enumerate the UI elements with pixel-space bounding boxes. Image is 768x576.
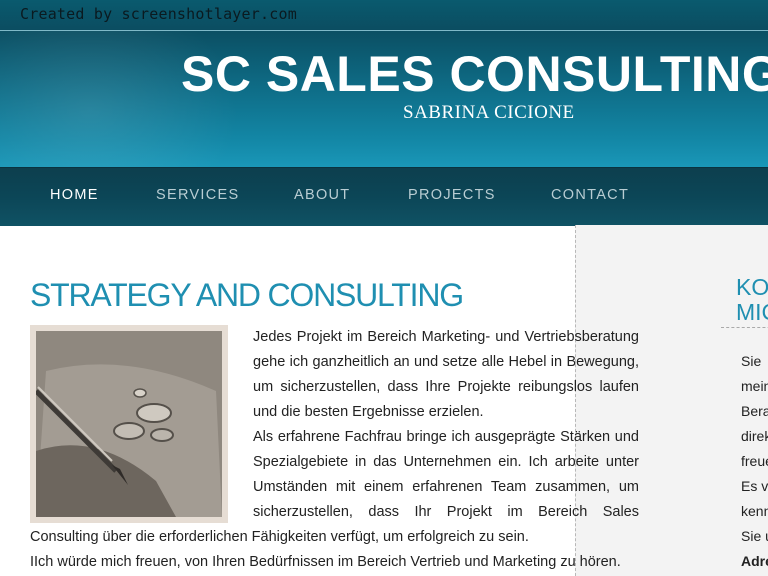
site-subtitle: SABRINA CICIONE: [403, 102, 575, 123]
article-paragraph: IIch würde mich freuen, von Ihren Bedürf…: [30, 554, 621, 570]
sidebar-text-line: direk: [741, 428, 768, 444]
sidebar-title-line: MIC: [736, 299, 768, 325]
sidebar-text-line: Sie u: [741, 528, 768, 544]
top-bar: Created by screenshotlayer.com: [0, 0, 768, 31]
sidebar-divider: [721, 327, 768, 328]
image-spacer: [30, 325, 253, 525]
site-title[interactable]: SC SALES CONSULTING: [181, 45, 768, 103]
nav-item-services[interactable]: SERVICES: [156, 187, 239, 203]
article-body: Jedes Projekt im Bereich Marketing- und …: [30, 325, 639, 575]
main-navigation: HOME SERVICES ABOUT PROJECTS CONTACT: [0, 167, 768, 226]
sidebar-text-line: Es v: [741, 478, 768, 494]
nav-item-projects[interactable]: PROJECTS: [408, 187, 496, 203]
sidebar-text-line: kenn: [741, 503, 768, 519]
nav-item-contact[interactable]: CONTACT: [551, 187, 629, 203]
nav-item-home[interactable]: HOME: [50, 187, 99, 203]
sidebar-text-line: Bera: [741, 403, 768, 419]
sidebar-text-line: Sie: [741, 353, 762, 369]
watermark-text: Created by screenshotlayer.com: [20, 5, 297, 23]
site-header: SC SALES CONSULTING SABRINA CICIONE: [0, 31, 768, 167]
nav-item-about[interactable]: ABOUT: [294, 187, 350, 203]
sidebar-text-line: freue: [741, 453, 768, 469]
sidebar-text-line: mein: [741, 378, 768, 394]
sidebar-address-label: Adre: [741, 553, 768, 569]
page-title: STRATEGY AND CONSULTING: [30, 277, 464, 313]
sidebar-title: KO MIC: [736, 275, 768, 325]
sidebar-title-line: KO: [736, 274, 768, 300]
